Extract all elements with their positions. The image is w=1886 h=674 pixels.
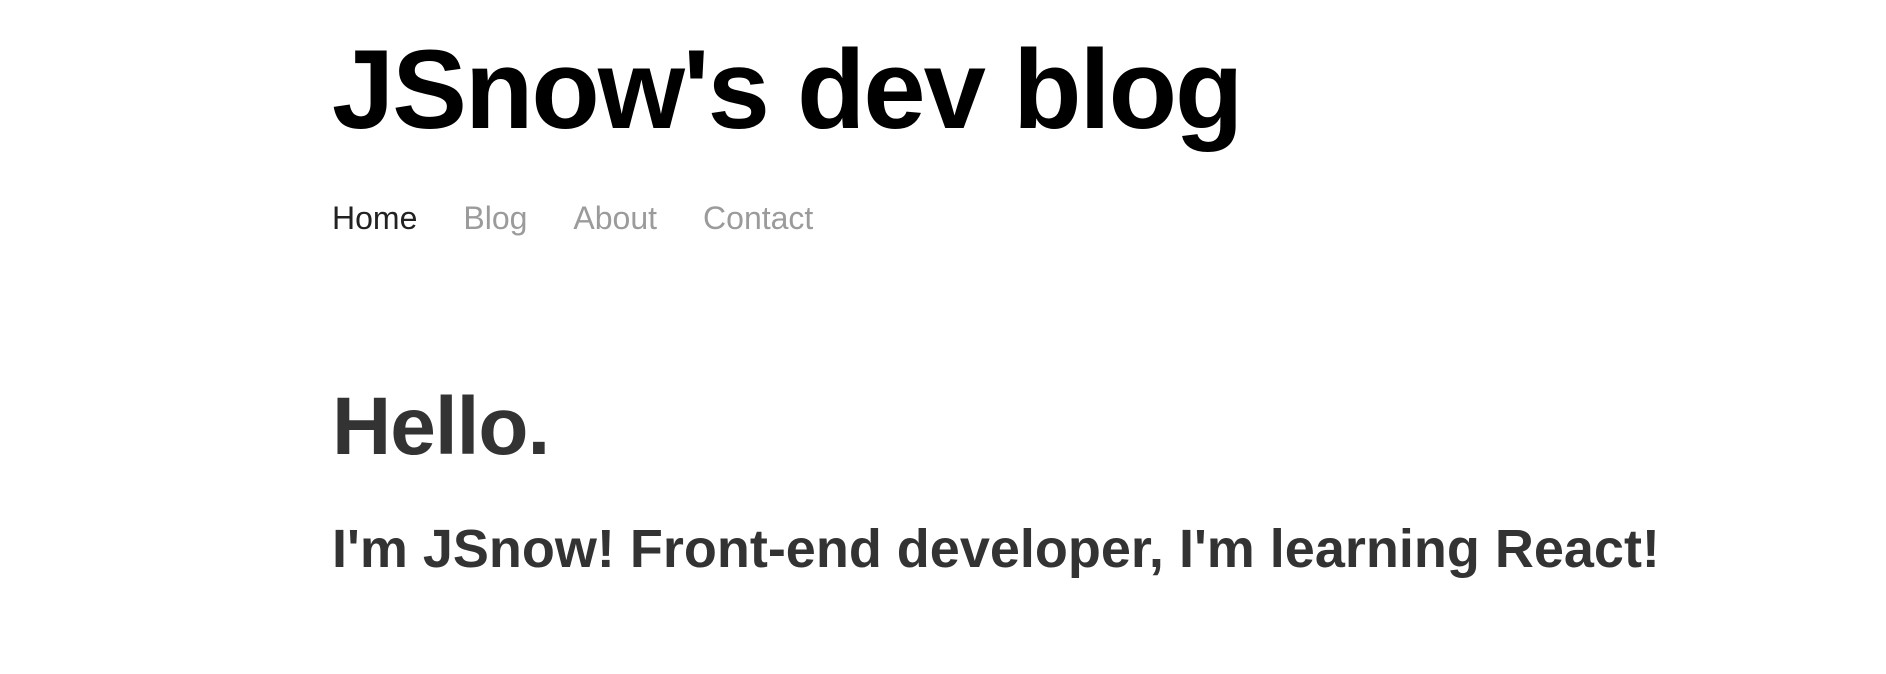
nav-link-home[interactable]: Home [332,202,417,234]
site-title[interactable]: JSnow's dev blog [332,28,1243,151]
nav-link-blog[interactable]: Blog [463,202,527,234]
hero-heading: Hello. [332,381,550,472]
main-nav: Home Blog About Contact [332,202,813,234]
hero-subheading: I'm JSnow! Front-end developer, I'm lear… [332,519,1660,579]
nav-link-contact[interactable]: Contact [703,202,813,234]
nav-link-about[interactable]: About [573,202,657,234]
